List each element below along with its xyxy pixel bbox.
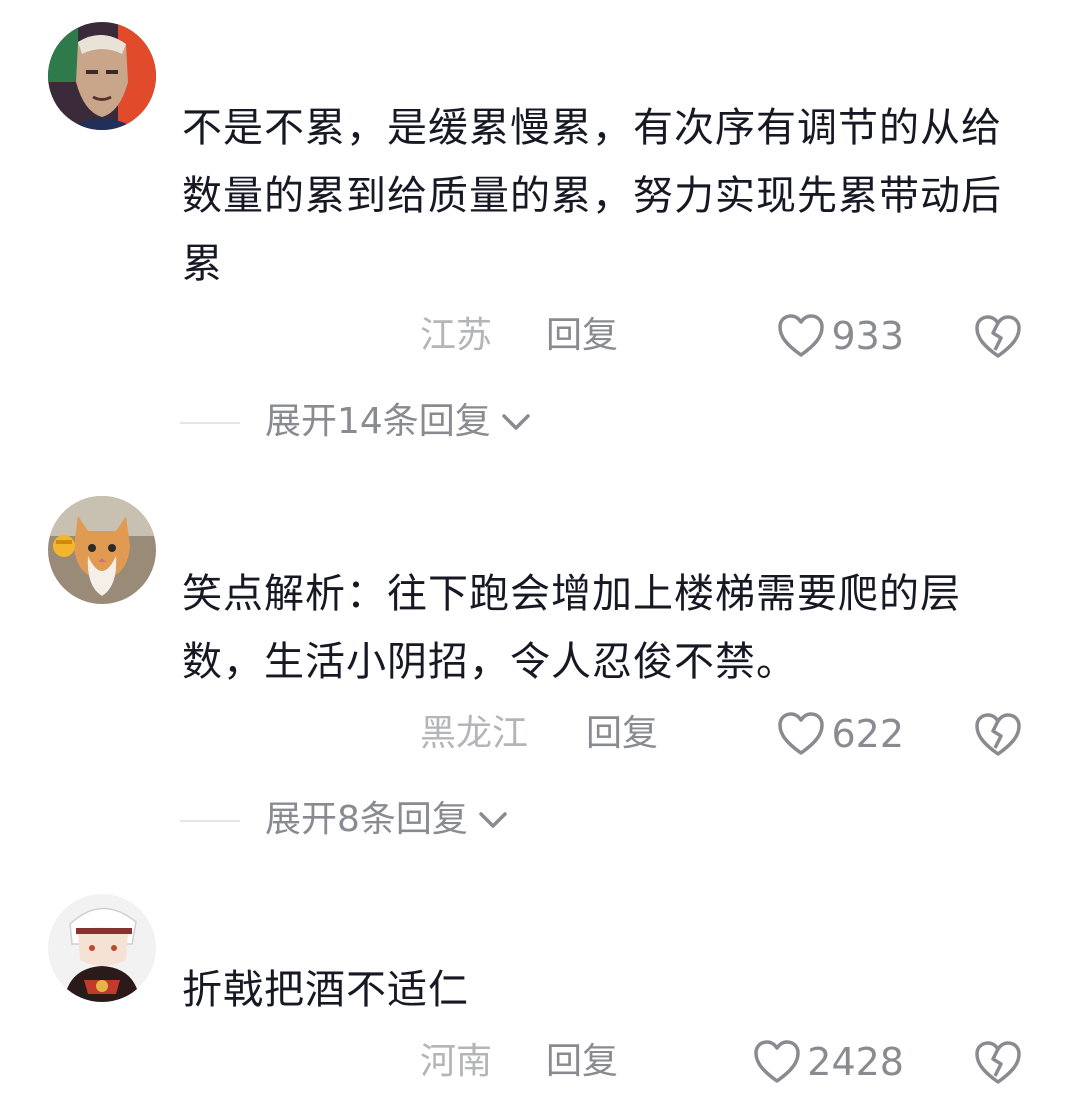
expand-divider: [180, 820, 240, 822]
dislike-button[interactable]: [974, 1038, 1022, 1086]
chevron-down-icon: [502, 414, 530, 430]
broken-heart-icon: [975, 1041, 1021, 1084]
like-count: 622: [831, 712, 904, 756]
reply-button[interactable]: 回复: [586, 704, 658, 764]
like-count: 933: [831, 314, 904, 358]
like-button[interactable]: 2428: [753, 1032, 904, 1092]
dislike-button[interactable]: [974, 710, 1022, 758]
location-label: 河南: [420, 1041, 493, 1082]
expand-replies-row: 展开14条回复: [0, 392, 1080, 452]
user-avatar[interactable]: [48, 894, 156, 1002]
reply-button[interactable]: 回复: [546, 1032, 618, 1092]
comment-meta: 黑龙江 回复 622: [0, 704, 1080, 764]
expand-divider: [180, 422, 240, 424]
heart-outline-icon: [778, 314, 825, 357]
broken-heart-icon: [975, 315, 1021, 358]
location-label: 江苏: [420, 315, 493, 356]
heart-outline-icon: [778, 712, 825, 755]
like-button[interactable]: 933: [777, 306, 904, 366]
chevron-down-icon: [479, 812, 507, 828]
expand-replies-label: 展开8条回复: [265, 799, 468, 840]
location-label: 黑龙江: [420, 713, 529, 754]
comment-text: 不是不累，是缓累慢累，有次序有调节的从给数量的累到给质量的累，努力实现先累带动后…: [182, 105, 1002, 287]
user-avatar[interactable]: [48, 496, 156, 604]
avatar-cat-fist-icon: [48, 496, 156, 604]
expand-replies-button[interactable]: 展开8条回复: [265, 790, 508, 850]
avatar-anime-character-icon: [48, 894, 156, 1002]
comment-meta: 河南 回复 2428: [0, 1032, 1080, 1092]
dislike-button[interactable]: [974, 312, 1022, 360]
heart-outline-icon: [754, 1040, 801, 1083]
comment-text: 笑点解析：往下跑会增加上楼梯需要爬的层数，生活小阴招，令人忍俊不禁。: [182, 571, 961, 685]
reply-button[interactable]: 回复: [546, 306, 618, 366]
expand-replies-row: 展开8条回复: [0, 790, 1080, 850]
comment-meta: 江苏 回复 933: [0, 306, 1080, 366]
expand-replies-label: 展开14条回复: [265, 401, 491, 442]
user-avatar[interactable]: [48, 22, 156, 130]
comment-text: 折戟把酒不适仁: [182, 967, 469, 1013]
avatar-man-portrait-icon: [48, 22, 156, 130]
like-button[interactable]: 622: [777, 704, 904, 764]
broken-heart-icon: [975, 713, 1021, 756]
like-count: 2428: [807, 1040, 904, 1084]
expand-replies-button[interactable]: 展开14条回复: [265, 392, 531, 452]
